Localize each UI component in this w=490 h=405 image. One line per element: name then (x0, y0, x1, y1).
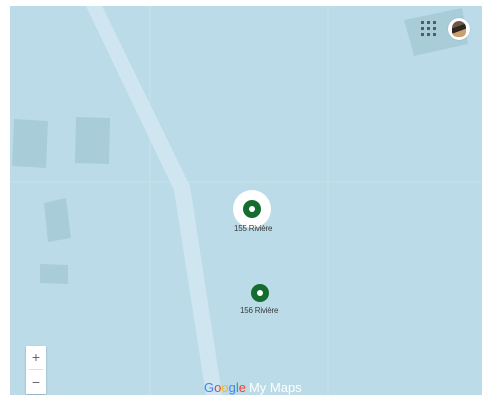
building (75, 117, 110, 164)
map-viewport[interactable]: 155 Rivière 156 Rivière + − Google My Map… (10, 6, 482, 395)
google-my-maps-logo: Google My Maps (204, 380, 302, 395)
road (86, 6, 222, 395)
marker-pin-center (249, 206, 255, 212)
brand-product-name: My Maps (248, 380, 302, 395)
zoom-out-button[interactable]: − (26, 371, 46, 393)
zoom-divider (29, 369, 43, 370)
user-avatar-icon[interactable] (448, 18, 470, 40)
avatar-image (452, 21, 466, 37)
zoom-control: + − (26, 346, 46, 394)
map-marker-selected[interactable] (233, 190, 271, 228)
zoom-in-button[interactable]: + (26, 346, 46, 368)
apps-grid-icon[interactable] (420, 20, 438, 38)
marker-label: 155 Rivière (234, 224, 273, 233)
building (12, 119, 48, 168)
marker-label: 156 Rivière (240, 306, 279, 315)
building (44, 198, 71, 242)
building (40, 264, 68, 284)
map-marker[interactable] (246, 279, 274, 307)
marker-pin-center (257, 290, 263, 296)
